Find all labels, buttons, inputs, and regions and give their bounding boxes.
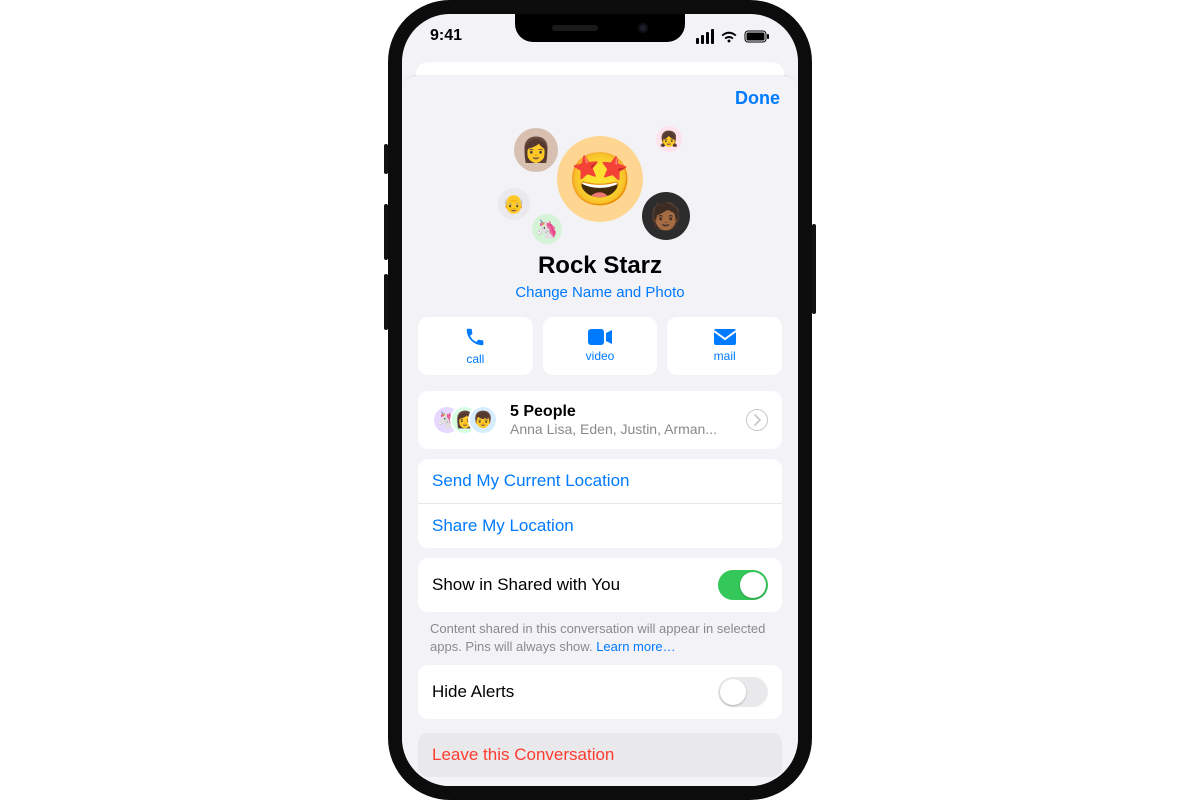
chevron-right-icon: [746, 409, 768, 431]
hide-alerts-row: Hide Alerts: [418, 665, 782, 719]
mail-button[interactable]: mail: [667, 317, 782, 375]
details-sheet: Done 👩 👧 🤩 👴 🦄 🧑🏾 Rock Starz Change Name…: [402, 76, 798, 786]
status-time: 9:41: [430, 27, 462, 45]
hide-alerts-label: Hide Alerts: [432, 682, 514, 702]
share-my-location[interactable]: Share My Location: [418, 503, 782, 548]
wifi-icon: [720, 30, 738, 43]
member-avatar: 🦄: [532, 214, 562, 244]
battery-icon: [744, 30, 770, 43]
quick-actions: call video mail: [402, 301, 798, 381]
people-row[interactable]: 🦄👩👦 5 People Anna Lisa, Eden, Justin, Ar…: [418, 391, 782, 449]
screen: 9:41 Done 👩 👧 🤩 👴 🦄: [402, 14, 798, 786]
call-button[interactable]: call: [418, 317, 533, 375]
member-avatar: 👴: [498, 188, 530, 220]
change-name-photo-link[interactable]: Change Name and Photo: [402, 284, 798, 301]
show-shared-toggle[interactable]: [718, 570, 768, 600]
iphone-frame: 9:41 Done 👩 👧 🤩 👴 🦄: [388, 0, 812, 800]
show-shared-label: Show in Shared with You: [432, 575, 620, 595]
leave-group: Leave this Conversation: [418, 733, 782, 777]
volume-up: [384, 204, 388, 260]
shared-footer: Content shared in this conversation will…: [402, 612, 798, 655]
video-icon: [588, 329, 612, 345]
call-label: call: [466, 352, 484, 366]
cellular-icon: [696, 29, 714, 44]
send-current-location[interactable]: Send My Current Location: [418, 459, 782, 503]
video-button[interactable]: video: [543, 317, 658, 375]
volume-down: [384, 274, 388, 330]
hide-alerts-toggle[interactable]: [718, 677, 768, 707]
group-photo: 🤩: [557, 136, 643, 222]
power-button: [812, 224, 816, 314]
shared-group: Show in Shared with You: [418, 558, 782, 612]
mail-icon: [714, 329, 736, 345]
group-name: Rock Starz: [402, 252, 798, 280]
people-avatars: 🦄👩👦: [432, 405, 498, 435]
alerts-group: Hide Alerts: [418, 665, 782, 719]
member-avatar: 👩: [514, 128, 558, 172]
phone-icon: [464, 326, 486, 348]
location-group: Send My Current Location Share My Locati…: [418, 459, 782, 548]
group-avatar-cluster[interactable]: 👩 👧 🤩 👴 🦄 🧑🏾: [402, 122, 798, 246]
people-count: 5 People: [510, 403, 717, 421]
mail-label: mail: [714, 349, 736, 363]
show-shared-row: Show in Shared with You: [418, 558, 782, 612]
notch: [515, 14, 685, 42]
member-avatar: 🧑🏾: [642, 192, 690, 240]
people-names: Anna Lisa, Eden, Justin, Arman...: [510, 421, 717, 437]
leave-conversation[interactable]: Leave this Conversation: [418, 733, 782, 777]
done-button[interactable]: Done: [735, 88, 780, 109]
video-label: video: [586, 349, 615, 363]
learn-more-link[interactable]: Learn more…: [596, 639, 675, 654]
mute-switch: [384, 144, 388, 174]
member-avatar: 👧: [656, 126, 682, 152]
people-group: 🦄👩👦 5 People Anna Lisa, Eden, Justin, Ar…: [418, 391, 782, 449]
